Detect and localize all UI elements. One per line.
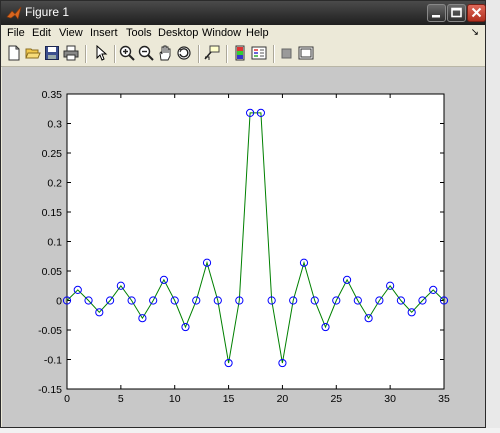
close-icon bbox=[471, 7, 482, 18]
figure-window: Figure 1 File Edit View Insert Tools Des… bbox=[0, 0, 486, 428]
figure-toolbar bbox=[1, 42, 485, 67]
y-tick-label: 0 bbox=[56, 296, 62, 308]
toolbar-separator bbox=[198, 45, 200, 63]
x-tick-label: 30 bbox=[384, 393, 396, 405]
toolbar-separator bbox=[226, 45, 228, 63]
minimize-button[interactable] bbox=[427, 4, 446, 22]
dock-arrow-icon[interactable]: ↘ bbox=[471, 27, 479, 38]
x-tick-label: 35 bbox=[438, 393, 450, 405]
show-plot-tools-icon[interactable] bbox=[298, 45, 314, 61]
insert-colorbar-icon[interactable] bbox=[232, 45, 248, 61]
menu-file[interactable]: File bbox=[7, 27, 25, 39]
x-tick-label: 15 bbox=[223, 393, 235, 405]
hide-plot-tools-icon[interactable] bbox=[279, 45, 295, 61]
matlab-logo-icon bbox=[6, 6, 22, 20]
edit-plot-arrow-icon[interactable] bbox=[93, 45, 109, 61]
save-icon[interactable] bbox=[44, 45, 60, 61]
y-tick-label: 0.25 bbox=[42, 148, 63, 160]
insert-legend-icon[interactable] bbox=[251, 45, 267, 61]
figure-area: 0 5 10 15 20 25 30 35 -0.15 -0.1 -0.05 0 0.05 0.1 0.15… bbox=[2, 67, 485, 427]
x-tick-label: 0 bbox=[64, 393, 70, 405]
title-bar[interactable]: Figure 1 bbox=[1, 1, 486, 25]
menu-tools[interactable]: Tools bbox=[126, 27, 152, 39]
menu-insert[interactable]: Insert bbox=[90, 27, 118, 39]
toolbar-separator bbox=[114, 45, 116, 63]
axes-background bbox=[66, 93, 445, 390]
zoom-out-icon[interactable] bbox=[138, 45, 154, 61]
y-tick-label: 0.05 bbox=[42, 266, 63, 278]
x-tick-label: 5 bbox=[118, 393, 124, 405]
menu-edit[interactable]: Edit bbox=[32, 27, 51, 39]
menu-view[interactable]: View bbox=[59, 27, 83, 39]
toolbar-separator bbox=[85, 45, 87, 63]
open-file-icon[interactable] bbox=[25, 45, 41, 61]
toolbar-separator bbox=[273, 45, 275, 63]
data-cursor-icon[interactable] bbox=[204, 45, 220, 61]
close-button[interactable] bbox=[467, 4, 486, 22]
maximize-icon bbox=[451, 7, 462, 18]
x-tick-label: 25 bbox=[330, 393, 342, 405]
menu-window[interactable]: Window bbox=[202, 27, 241, 39]
new-figure-icon[interactable] bbox=[6, 45, 22, 61]
x-tick-label: 20 bbox=[277, 393, 289, 405]
zoom-in-icon[interactable] bbox=[119, 45, 135, 61]
window-title: Figure 1 bbox=[25, 5, 70, 19]
plot-svg: 0 5 10 15 20 25 30 35 -0.15 -0.1 -0.05 0 0.05 0.1 0.15… bbox=[38, 89, 450, 405]
y-tick-label: 0.3 bbox=[47, 119, 62, 131]
y-tick-label: 0.1 bbox=[47, 237, 62, 249]
pan-hand-icon[interactable] bbox=[157, 45, 173, 61]
y-tick-label: 0.2 bbox=[47, 178, 62, 190]
rotate-3d-icon[interactable] bbox=[176, 45, 192, 61]
y-tick-label: 0.15 bbox=[42, 207, 63, 219]
minimize-icon bbox=[432, 15, 440, 18]
y-tick-label: -0.15 bbox=[38, 384, 62, 396]
desktop-background bbox=[486, 0, 500, 433]
x-tick-label: 10 bbox=[169, 393, 181, 405]
y-tick-label: -0.05 bbox=[38, 325, 62, 337]
menu-bar: File Edit View Insert Tools Desktop Wind… bbox=[1, 25, 485, 42]
y-tick-label: 0.35 bbox=[42, 89, 63, 101]
menu-help[interactable]: Help bbox=[246, 27, 269, 39]
maximize-button[interactable] bbox=[447, 4, 466, 22]
print-icon[interactable] bbox=[63, 45, 79, 61]
desktop-background-bottom bbox=[0, 428, 500, 433]
y-tick-label: -0.1 bbox=[44, 355, 62, 367]
menu-desktop[interactable]: Desktop bbox=[158, 27, 198, 39]
